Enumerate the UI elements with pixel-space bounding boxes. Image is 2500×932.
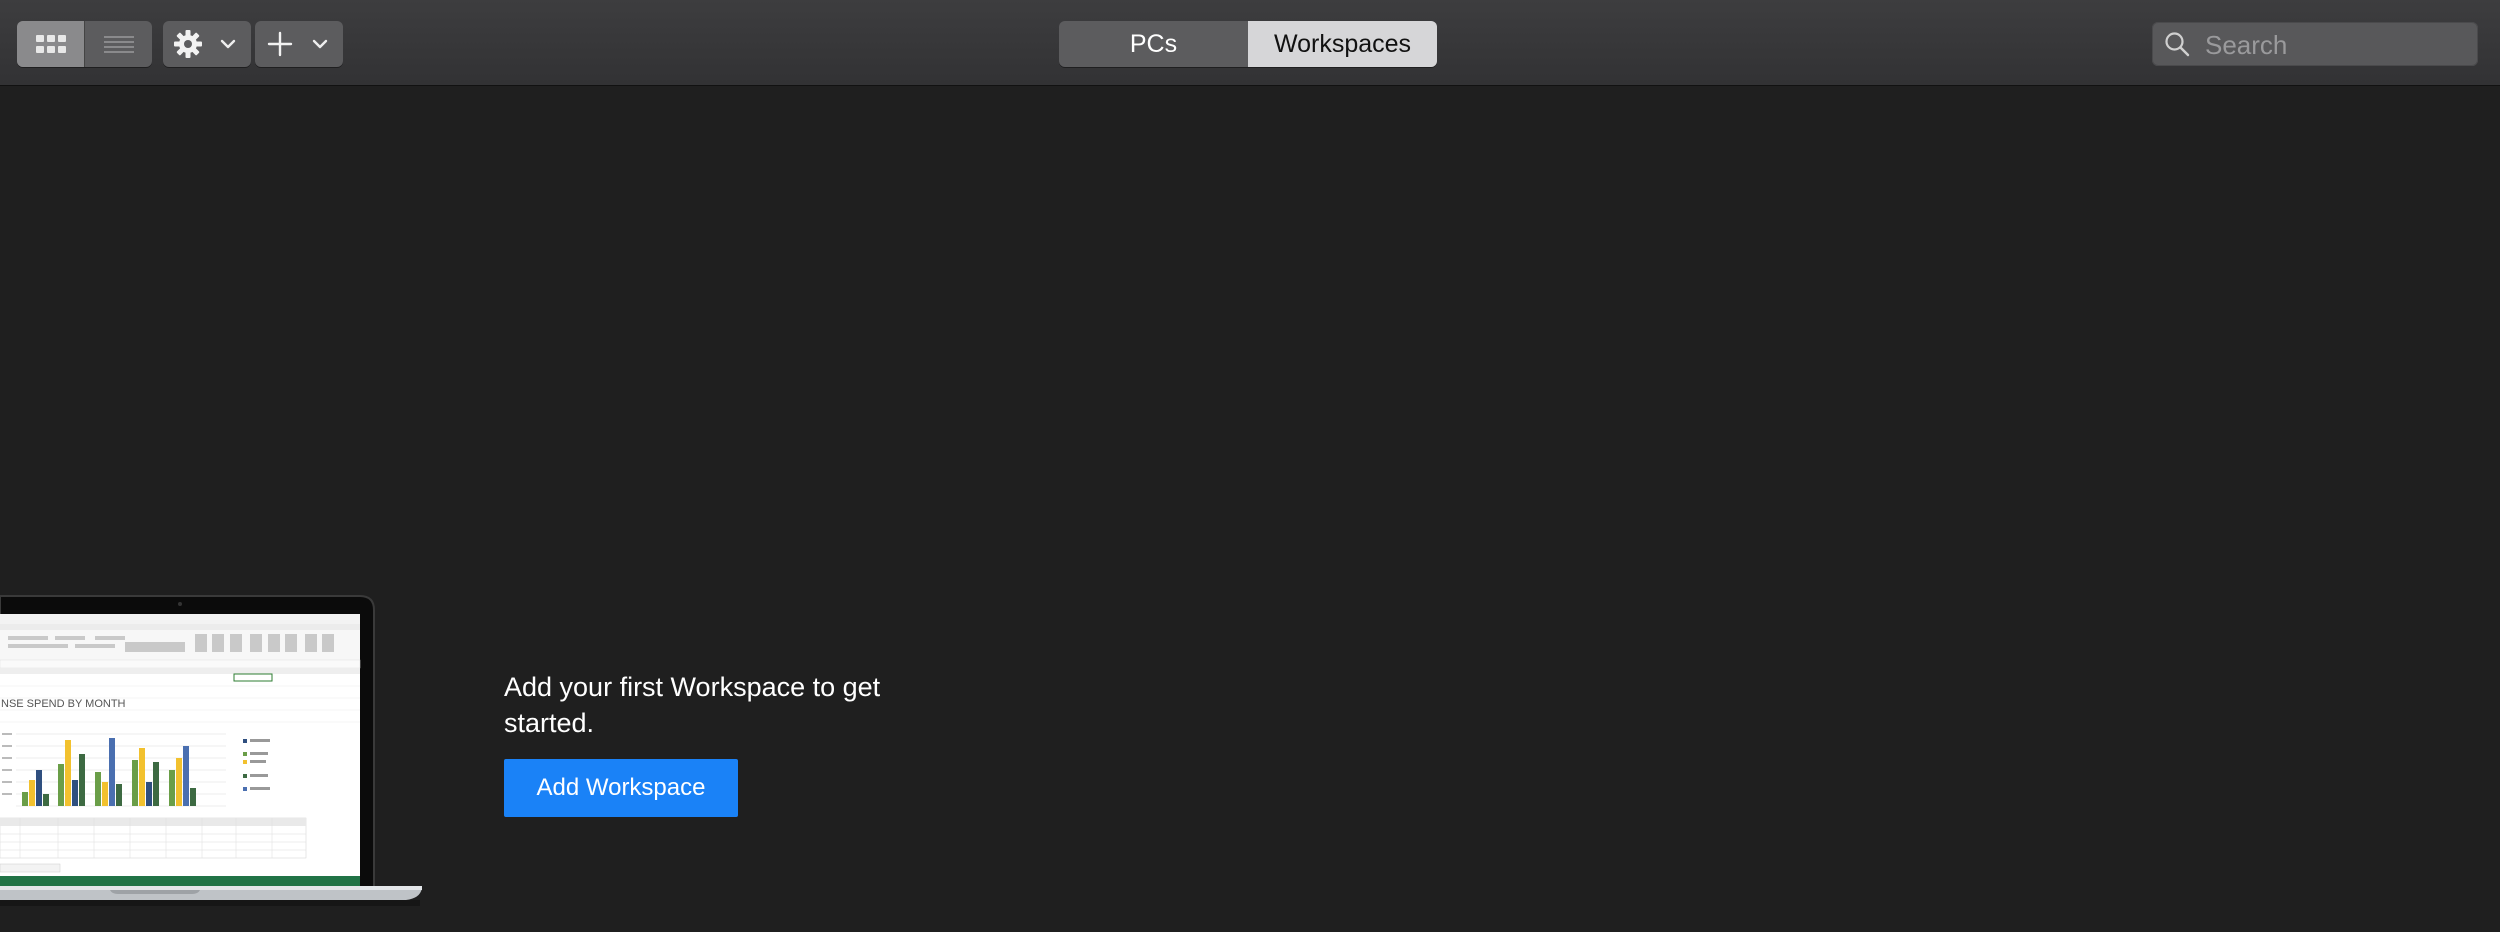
- tab-workspaces[interactable]: Workspaces: [1248, 21, 1437, 67]
- grid-icon: [35, 35, 66, 53]
- grid-view-button[interactable]: [17, 21, 84, 67]
- tab-pcs[interactable]: PCs: [1059, 21, 1248, 67]
- section-tabs: PCs Workspaces: [1059, 21, 1437, 67]
- view-mode-segmented-control: [17, 21, 152, 67]
- empty-state-message: Add your first Workspace to get started.: [504, 672, 881, 738]
- settings-menu-button[interactable]: [163, 21, 251, 67]
- plus-icon: [267, 31, 293, 57]
- sheet-title: NSE SPEND BY MONTH: [1, 698, 126, 710]
- chevron-down-icon: [312, 39, 328, 49]
- laptop-illustration: NSE SPEND BY MONTH: [0, 595, 422, 906]
- add-menu-button[interactable]: [255, 21, 343, 67]
- gear-icon: [174, 30, 202, 58]
- search-icon: [2165, 32, 2190, 57]
- chevron-down-icon: [220, 39, 236, 49]
- list-icon: [103, 36, 134, 53]
- list-view-button[interactable]: [85, 21, 152, 67]
- search-input[interactable]: [2203, 22, 2467, 68]
- add-workspace-button[interactable]: Add Workspace: [504, 759, 738, 817]
- toolbar: PCs Workspaces: [0, 0, 2500, 86]
- search-box: [2152, 22, 2478, 68]
